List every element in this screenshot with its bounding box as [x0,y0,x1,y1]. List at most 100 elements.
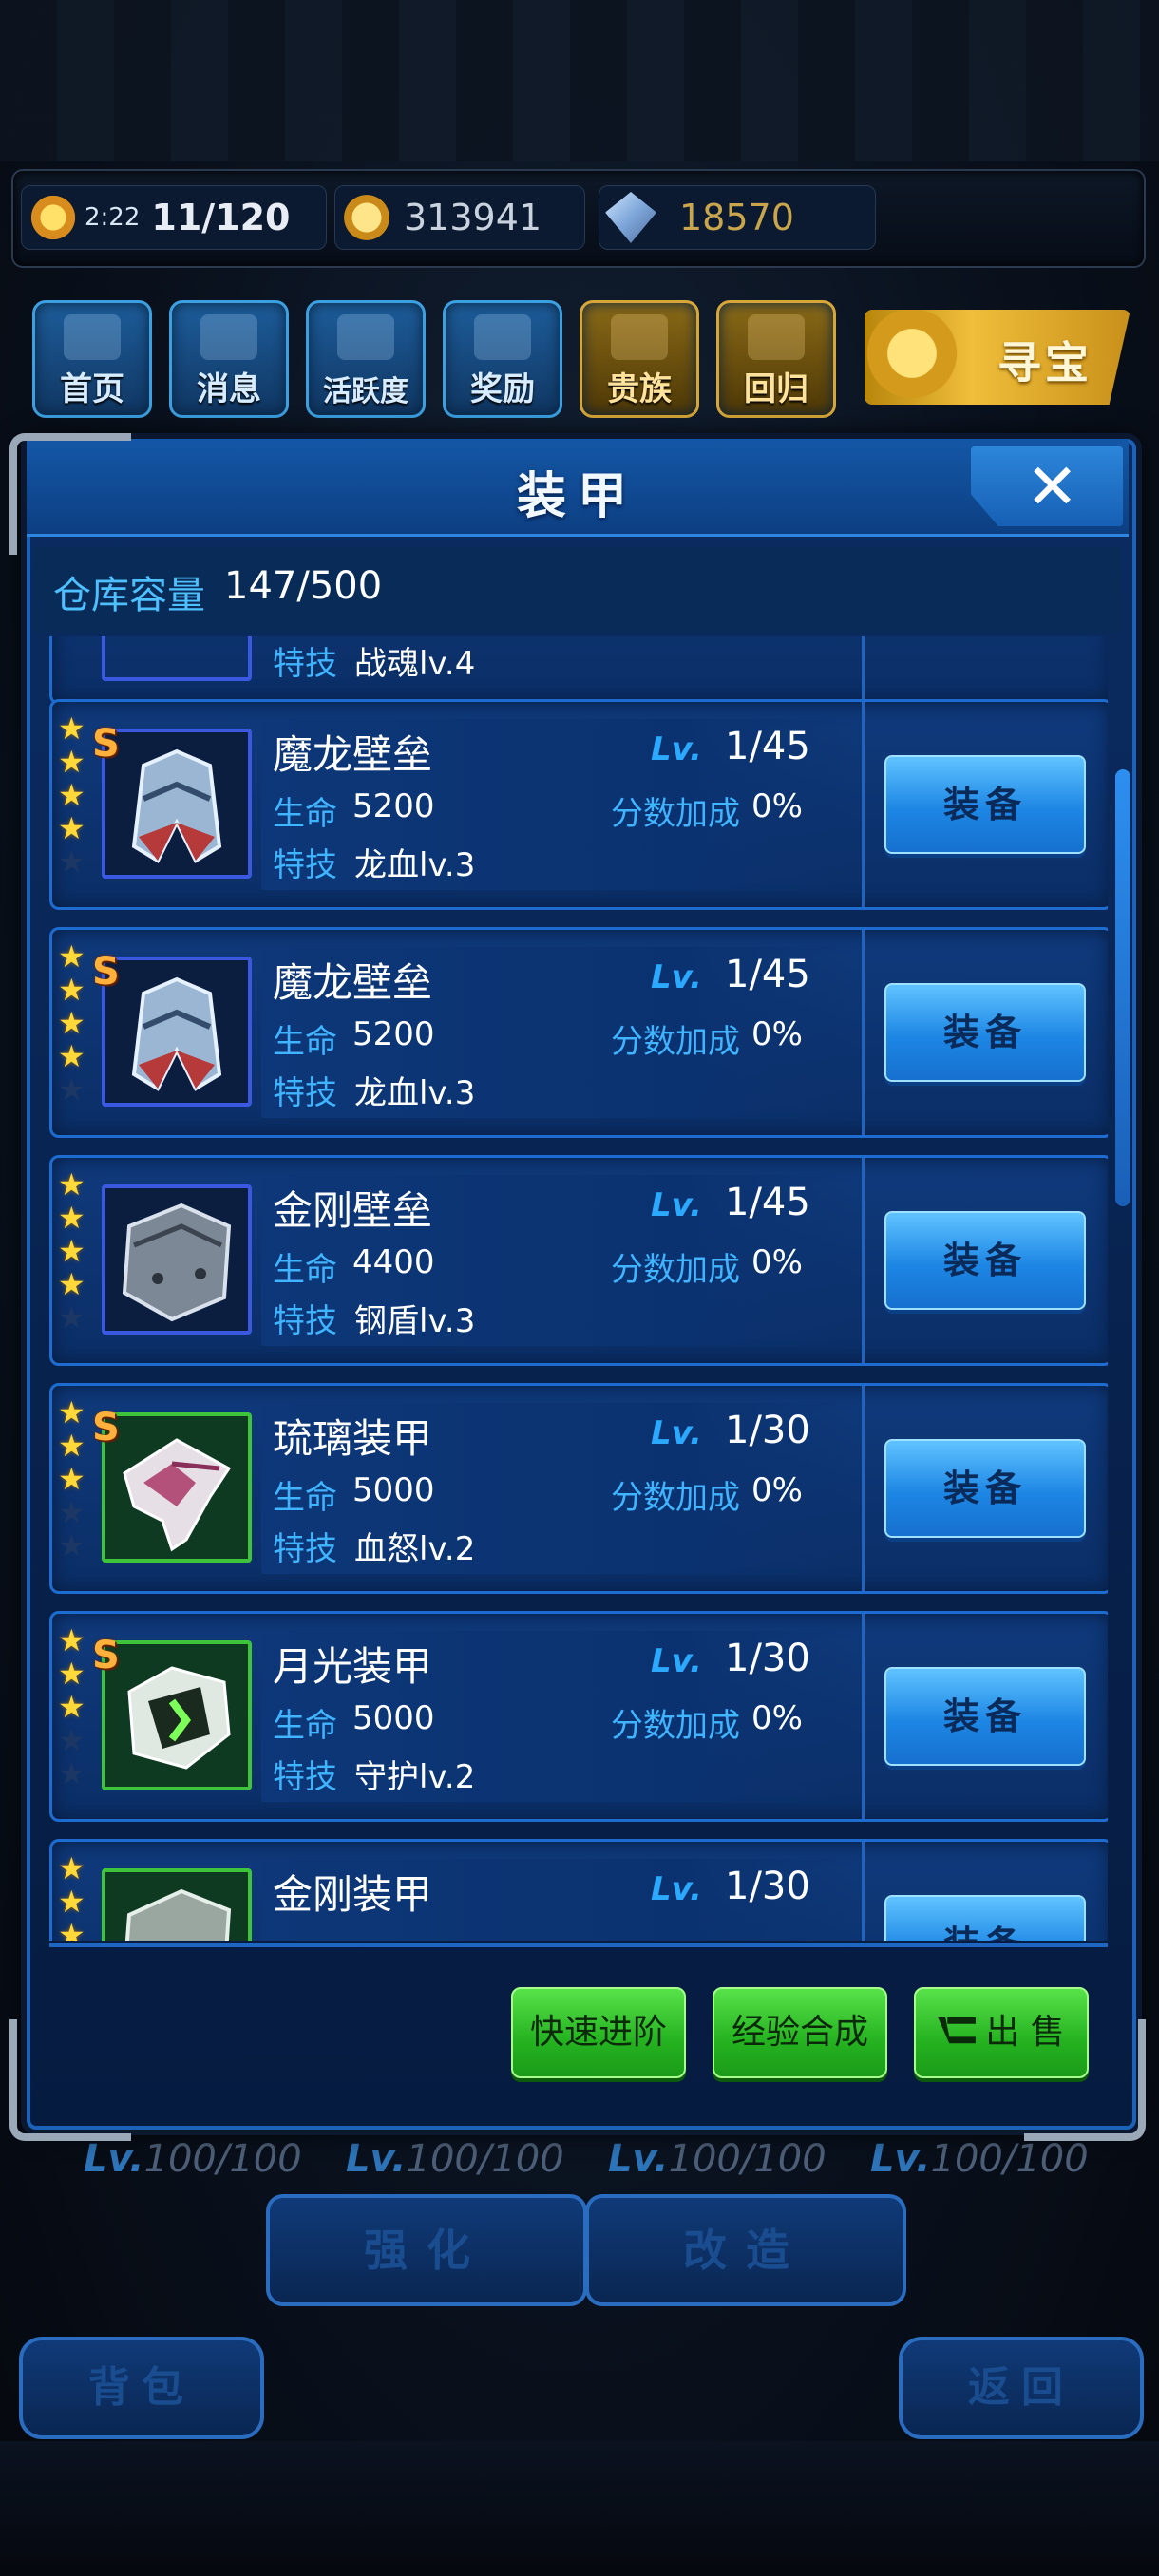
star-icon: ★ [58,1622,86,1658]
level-tag: Lv. [651,1414,702,1452]
star-icon: ★ [58,777,86,813]
skill-value: 钢盾lv.3 [354,1302,476,1340]
bonus-label: 分数加成 [611,1023,740,1061]
hp-value: 4400 [352,1243,435,1281]
level-readout-2: Lv.100/100 [346,2137,564,2181]
menu-return-button[interactable]: 回归 [716,300,836,418]
star-icon: ★ [58,710,86,747]
bonus-value: 0% [751,1243,803,1281]
armor-portrait [102,1868,252,1941]
menu-activity-button[interactable]: 活跃度 [306,300,426,418]
card-separator [862,1842,864,1941]
level-tag: Lv. [651,1186,702,1224]
energy-display[interactable]: 2:22 11/120 [21,185,327,250]
armor-name: 月光装甲 [273,1643,433,1690]
treasure-star-icon [864,310,969,405]
exp-merge-button[interactable]: 经验合成 [712,1987,887,2078]
treasure-button[interactable]: 寻宝 [864,310,1130,405]
rank-badge: S [92,722,120,766]
star-icon: ★ [58,1656,86,1692]
quick-advance-button[interactable]: 快速进阶 [511,1987,686,2078]
hp-label: 生命 [273,1251,337,1289]
armor-list[interactable]: 特技 战魂lv.4 ★ ★ ★ ★ ★ S 魔龙壁垒 Lv. 1/45 生命 5200 … [49,636,1108,1941]
level-tag: Lv. [651,730,702,768]
list-item[interactable]: ★ ★ ★ ★ ★ 金刚壁垒 Lv. 1/45 生命 4400 分数加成 0% 特技 钢… [49,1155,1108,1366]
card-separator [862,1386,864,1591]
menu-reward-button[interactable]: 奖励 [443,300,562,418]
skill-value: 战魂lv.4 [354,645,476,683]
armor-name: 金刚壁垒 [273,1187,433,1234]
list-item[interactable]: ★ ★ ★ ★ ★ S 魔龙壁垒 Lv. 1/45 生命 5200 分数加成 0% 特技… [49,699,1108,910]
gem-display[interactable]: 18570 [598,185,876,250]
treasure-label: 寻宝 [998,337,1092,388]
star-icon: ★ [58,1166,86,1203]
skill-value: 守护lv.2 [354,1758,476,1796]
menu-vip-button[interactable]: 贵族 [580,300,699,418]
dialog-title: 装甲 [516,468,638,525]
star-rating: ★ ★ ★ ★ ★ [58,713,96,880]
close-icon: ✕ [1026,450,1079,523]
list-item[interactable]: ★★★ 金刚装甲 Lv. 1/30 装备 [49,1839,1108,1941]
bottom-decoration [0,2441,1159,2576]
sell-button[interactable]: 出 售 [914,1987,1089,2078]
star-rating: ★ ★ ★ ★ ★ [58,1625,96,1791]
hp-value: 5000 [352,1699,435,1737]
star-rating: ★ ★ ★ [58,1853,96,1941]
equip-button[interactable]: 装备 [884,1895,1086,1941]
skill-value: 龙血lv.3 [354,846,476,884]
list-item[interactable]: 特技 战魂lv.4 [49,636,1108,705]
star-icon: ★ [58,1494,86,1530]
armor-portrait [102,636,252,681]
list-item[interactable]: ★ ★ ★ ★ ★ S 琉璃装甲 Lv. 1/30 生命 5000 分数加成 0% 特技… [49,1383,1108,1594]
back-button[interactable]: 返回 [899,2337,1144,2439]
skill-value: 龙血lv.3 [354,1074,476,1112]
equip-button[interactable]: 装备 [884,755,1086,854]
capacity-value: 147/500 [224,564,383,608]
equip-button[interactable]: 装备 [884,1211,1086,1310]
card-separator [862,930,864,1135]
star-icon: ★ [58,1233,86,1269]
list-item[interactable]: ★ ★ ★ ★ ★ S 月光装甲 Lv. 1/30 生命 5000 分数加成 0% 特技… [49,1611,1108,1822]
hp-label: 生命 [273,1479,337,1517]
menu-return-label: 回归 [744,370,808,408]
menu-message-button[interactable]: 消息 [169,300,289,418]
rank-badge: S [92,1406,120,1449]
modify-button[interactable]: 改造 [585,2194,906,2306]
menu-home-button[interactable]: 首页 [32,300,152,418]
star-icon: ★ [58,1917,86,1941]
star-icon: ★ [58,1394,86,1430]
list-scrollbar[interactable] [1115,769,1130,1206]
energy-value: 11/120 [151,197,291,238]
armor-name: 魔龙壁垒 [273,959,433,1006]
frame-corner [10,2019,131,2141]
bonus-label: 分数加成 [611,1707,740,1745]
bag-button[interactable]: 背包 [19,2337,264,2439]
star-icon: ★ [58,1071,86,1108]
skill-label: 特技 [273,1074,337,1112]
energy-timer: 2:22 [85,203,141,232]
equip-button[interactable]: 装备 [884,1667,1086,1766]
close-button[interactable]: ✕ [971,446,1123,526]
cart-icon [938,2017,977,2044]
bonus-value: 0% [751,1699,803,1737]
star-rating: ★ ★ ★ ★ ★ [58,1169,96,1335]
star-icon: ★ [58,1689,86,1725]
hp-label: 生命 [273,1707,337,1745]
strengthen-button[interactable]: 强化 [266,2194,587,2306]
hp-label: 生命 [273,795,337,833]
level-value: 1/45 [725,1181,810,1224]
gem-value: 18570 [679,197,794,238]
footer-divider [49,1943,1108,1947]
star-rating: ★ ★ ★ ★ ★ [58,1397,96,1563]
skill-label: 特技 [273,645,337,683]
mail-icon [200,314,257,360]
level-value: 1/45 [725,953,810,996]
equip-button[interactable]: 装备 [884,983,1086,1082]
equip-button[interactable]: 装备 [884,1439,1086,1538]
level-readout-1: Lv.100/100 [84,2137,302,2181]
list-item[interactable]: ★ ★ ★ ★ ★ S 魔龙壁垒 Lv. 1/45 生命 5200 分数加成 0% 特技… [49,927,1108,1138]
card-separator [862,702,864,907]
coin-display[interactable]: 313941 [334,185,585,250]
rank-badge: S [92,950,120,994]
star-icon: ★ [58,1755,86,1791]
